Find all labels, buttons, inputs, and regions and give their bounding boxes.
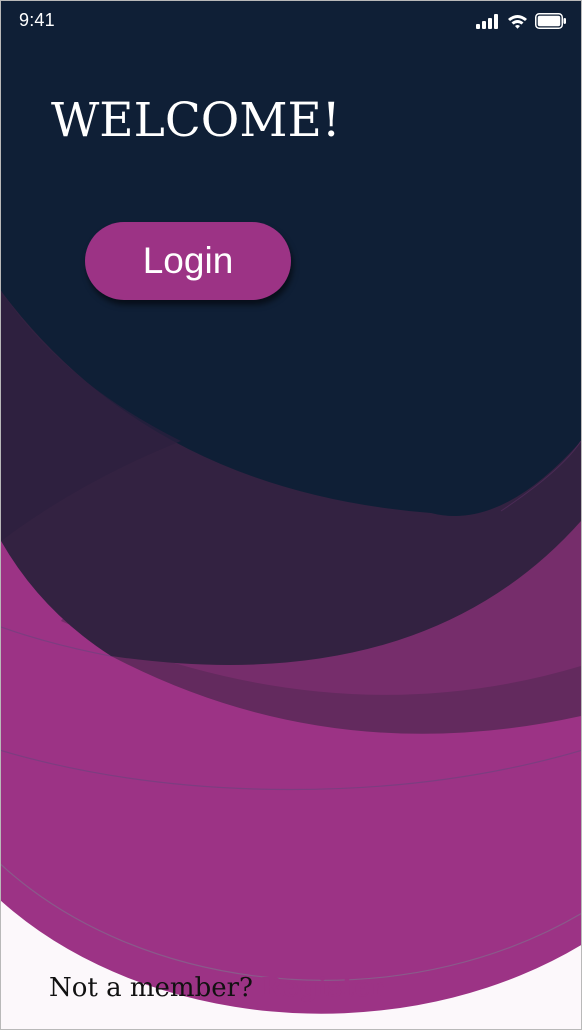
app-screen: 9:41 WELCOME! Login Not a member? Regist… — [0, 0, 582, 1030]
status-time: 9:41 — [19, 10, 55, 30]
login-button[interactable]: Login — [85, 222, 291, 300]
register-prompt-text: Not a member? — [49, 973, 253, 1003]
background-waves — [1, 1, 581, 1029]
register-prompt: Not a member? Register — [49, 973, 384, 1003]
welcome-title: WELCOME! — [51, 93, 341, 148]
register-link[interactable]: Register — [261, 973, 384, 1003]
status-bar: 9:41 — [1, 1, 581, 45]
cellular-signal-icon — [476, 13, 500, 34]
wifi-icon — [507, 14, 528, 34]
status-icons — [476, 13, 567, 34]
battery-icon — [535, 13, 567, 34]
